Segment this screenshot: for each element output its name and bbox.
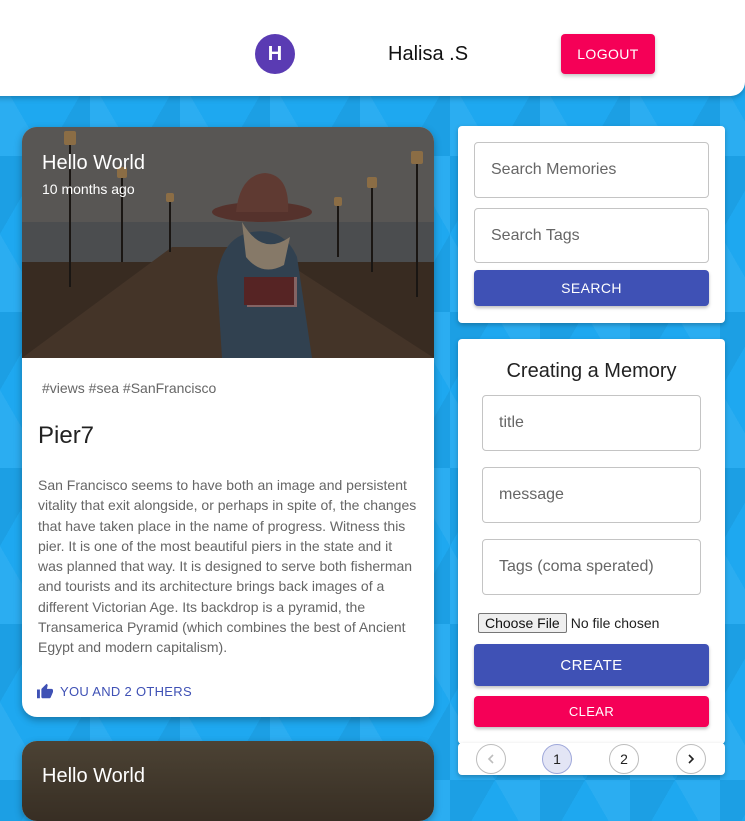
post-body: San Francisco seems to have both an imag… (38, 477, 417, 656)
post-card: Hello World 10 months ago #views #sea #S… (22, 127, 434, 717)
file-input: Choose File No file chosen (478, 613, 659, 633)
search-memories-field[interactable] (474, 142, 709, 198)
create-button[interactable]: CREATE (474, 644, 709, 686)
tags-field[interactable] (482, 539, 701, 595)
message-input[interactable] (497, 485, 700, 505)
search-tags-input[interactable] (489, 225, 708, 246)
post-title: Pier7 (38, 422, 95, 449)
file-status: No file chosen (570, 615, 660, 631)
tags-input[interactable] (497, 557, 700, 577)
page-1-button[interactable]: 1 (542, 744, 572, 774)
next-page-button[interactable] (676, 744, 706, 774)
prev-page-button[interactable] (476, 744, 506, 774)
title-field[interactable] (482, 395, 701, 451)
search-tags-field[interactable] (474, 208, 709, 263)
post-overlay-title: Hello World (42, 765, 145, 787)
clear-button[interactable]: CLEAR (474, 696, 709, 727)
search-button[interactable]: SEARCH (474, 270, 709, 306)
page-2-button[interactable]: 2 (609, 744, 639, 774)
thumb-up-icon (37, 683, 53, 699)
like-button[interactable]: YOU AND 2 OTHERS (36, 683, 192, 699)
logout-button[interactable]: LOGOUT (561, 34, 655, 74)
title-input[interactable] (497, 413, 700, 433)
message-field[interactable] (482, 467, 701, 523)
form-heading: Creating a Memory (506, 360, 677, 382)
create-memory-form: Creating a Memory Choose File No file ch… (458, 339, 725, 744)
search-memories-input[interactable] (489, 160, 708, 180)
pagination: 1 2 (458, 743, 725, 775)
user-name: Halisa .S (388, 43, 469, 65)
post-card: Hello World (22, 741, 434, 821)
app-bar: H Halisa .S LOGOUT (0, 0, 745, 96)
post-overlay-title: Hello World (42, 152, 145, 174)
chevron-right-icon (688, 754, 695, 764)
chevron-left-icon (487, 754, 494, 764)
avatar[interactable]: H (255, 34, 295, 74)
search-panel: SEARCH (458, 126, 725, 323)
post-tags: #views #sea #SanFrancisco (42, 380, 217, 396)
post-timestamp: 10 months ago (42, 181, 135, 197)
choose-file-button[interactable]: Choose File (478, 613, 567, 633)
like-count-label: YOU AND 2 OTHERS (60, 683, 192, 699)
